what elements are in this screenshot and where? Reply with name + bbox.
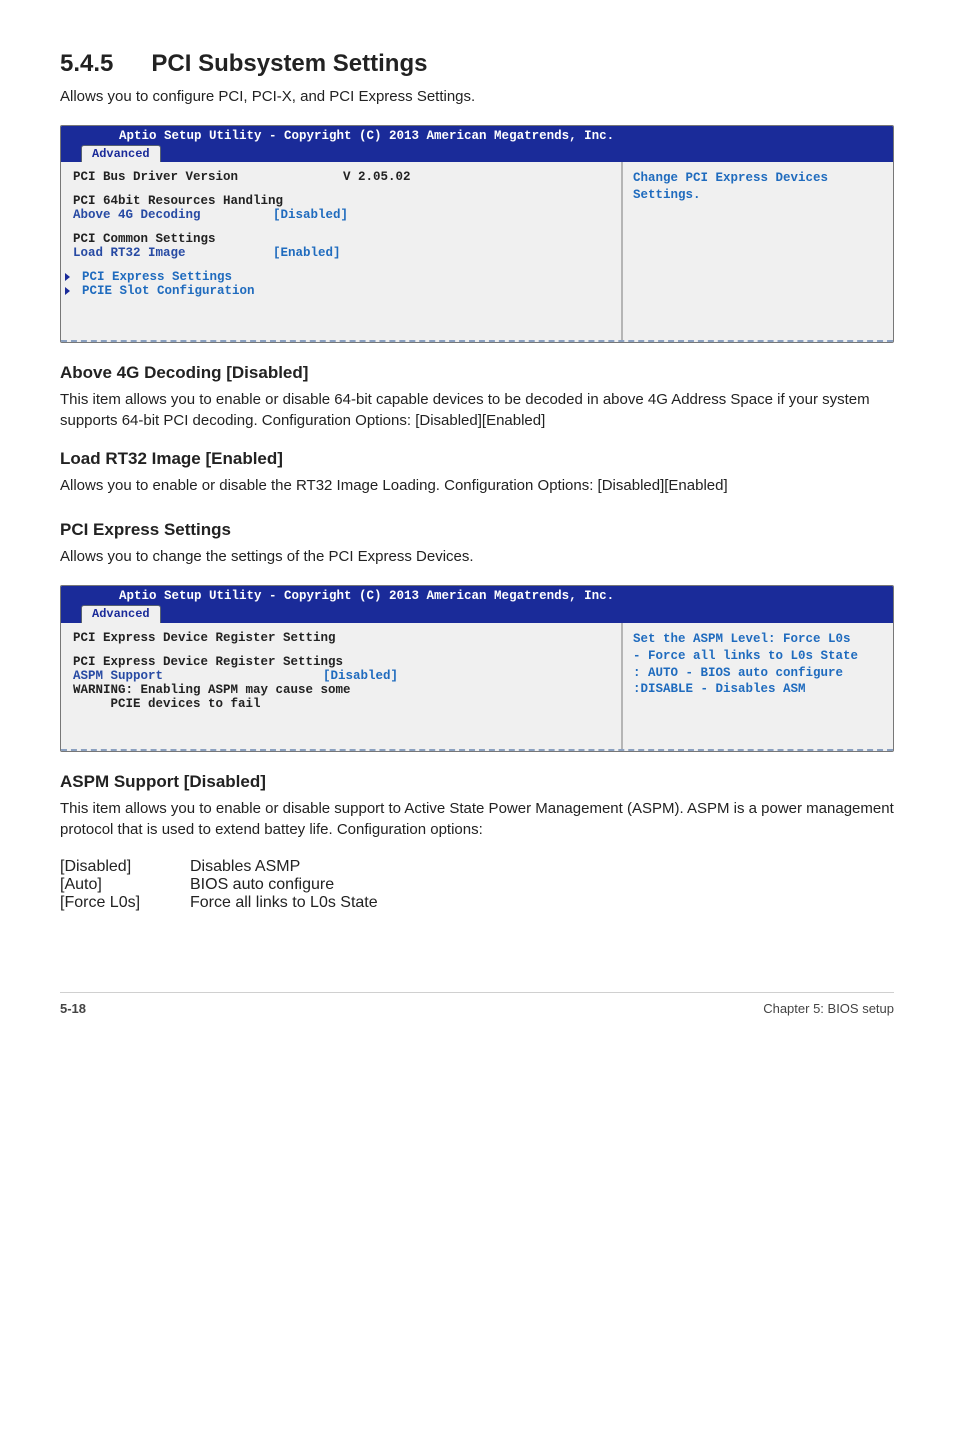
heading-pci-express-settings: PCI Express Settings: [60, 520, 894, 540]
submenu-pcie-slot-configuration[interactable]: PCIE Slot Configuration: [73, 284, 609, 298]
heading-aspm-support: ASPM Support [Disabled]: [60, 772, 894, 792]
bios-window-pci-express: Aptio Setup Utility - Copyright (C) 2013…: [60, 585, 894, 751]
chevron-right-icon: [65, 287, 70, 295]
page-number: 5-18: [60, 1001, 86, 1016]
section-title: PCI Subsystem Settings: [151, 50, 427, 77]
register-setting-header: PCI Express Device Register Setting: [73, 631, 336, 645]
group-64bit-header: PCI 64bit Resources Handling: [73, 194, 283, 208]
option-row: [Force L0s] Force all links to L0s State: [60, 894, 894, 912]
bios-titlebar: Aptio Setup Utility - Copyright (C) 2013…: [61, 586, 893, 622]
above-4g-decoding-value[interactable]: [Disabled]: [273, 208, 348, 222]
register-settings-header: PCI Express Device Register Settings: [73, 655, 343, 669]
option-disabled-label: [Disabled]: [60, 858, 190, 876]
bios-help-text: Set the ASPM Level: Force L0s - Force al…: [633, 631, 883, 699]
chevron-right-icon: [65, 273, 70, 281]
page-footer: 5-18 Chapter 5: BIOS setup: [60, 992, 894, 1016]
bios-utility-title: Aptio Setup Utility - Copyright (C) 2013…: [71, 589, 883, 603]
option-force-l0s-desc: Force all links to L0s State: [190, 894, 378, 912]
bios-main-panel: PCI Express Device Register Setting PCI …: [61, 623, 623, 749]
option-disabled-desc: Disables ASMP: [190, 858, 300, 876]
bios-tabbar: Advanced: [71, 143, 883, 162]
warning-line-2: PCIE devices to fail: [73, 697, 261, 711]
submenu-label: PCIE Slot Configuration: [82, 284, 255, 298]
chapter-title: Chapter 5: BIOS setup: [763, 1001, 894, 1016]
submenu-label: PCI Express Settings: [82, 270, 232, 284]
bios-utility-title: Aptio Setup Utility - Copyright (C) 2013…: [71, 129, 883, 143]
warning-line-1: WARNING: Enabling ASPM may cause some: [73, 683, 351, 697]
bios-help-panel: Change PCI Express Devices Settings.: [623, 162, 893, 340]
tab-advanced[interactable]: Advanced: [81, 605, 161, 622]
section-intro: Allows you to configure PCI, PCI-X, and …: [60, 86, 894, 107]
submenu-pci-express-settings[interactable]: PCI Express Settings: [73, 270, 609, 284]
section-number: 5.4.5: [60, 50, 113, 78]
pci-bus-driver-version-value: V 2.05.02: [343, 170, 411, 184]
body-above-4g: This item allows you to enable or disabl…: [60, 389, 894, 431]
option-auto-label: [Auto]: [60, 876, 190, 894]
bios-window-pci-subsystem: Aptio Setup Utility - Copyright (C) 2013…: [60, 125, 894, 343]
group-common-header: PCI Common Settings: [73, 232, 216, 246]
heading-above-4g: Above 4G Decoding [Disabled]: [60, 363, 894, 383]
body-aspm-support: This item allows you to enable or disabl…: [60, 798, 894, 840]
aspm-support-label[interactable]: ASPM Support: [73, 669, 323, 683]
bios-tabbar: Advanced: [71, 603, 883, 622]
body-load-rt32: Allows you to enable or disable the RT32…: [60, 475, 894, 496]
option-row: [Disabled] Disables ASMP: [60, 858, 894, 876]
tab-advanced[interactable]: Advanced: [81, 145, 161, 162]
bios-help-panel: Set the ASPM Level: Force L0s - Force al…: [623, 623, 893, 749]
load-rt32-image-value[interactable]: [Enabled]: [273, 246, 341, 260]
load-rt32-image-label[interactable]: Load RT32 Image: [73, 246, 273, 260]
pci-bus-driver-version-label: PCI Bus Driver Version: [73, 170, 343, 184]
body-pci-express-settings: Allows you to change the settings of the…: [60, 546, 894, 567]
above-4g-decoding-label[interactable]: Above 4G Decoding: [73, 208, 273, 222]
option-auto-desc: BIOS auto configure: [190, 876, 334, 894]
bios-titlebar: Aptio Setup Utility - Copyright (C) 2013…: [61, 126, 893, 162]
bios-help-text: Change PCI Express Devices Settings.: [633, 170, 883, 204]
option-row: [Auto] BIOS auto configure: [60, 876, 894, 894]
section-heading: 5.4.5 PCI Subsystem Settings: [60, 50, 894, 78]
bios-main-panel: PCI Bus Driver Version V 2.05.02 PCI 64b…: [61, 162, 623, 340]
heading-load-rt32: Load RT32 Image [Enabled]: [60, 449, 894, 469]
aspm-support-value[interactable]: [Disabled]: [323, 669, 398, 683]
option-force-l0s-label: [Force L0s]: [60, 894, 190, 912]
